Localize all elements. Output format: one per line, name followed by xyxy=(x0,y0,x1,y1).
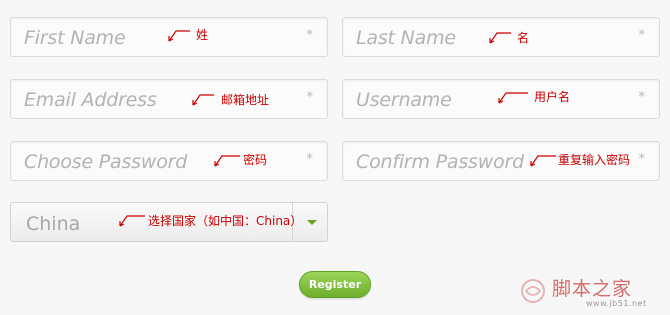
required-asterisk: * xyxy=(306,28,314,43)
required-asterisk: * xyxy=(638,28,646,43)
choose-password-placeholder: Choose Password xyxy=(24,151,188,173)
register-button[interactable]: Register xyxy=(299,271,371,298)
last-name-annotation: 名 xyxy=(517,31,530,45)
country-annotation: 选择国家（如中国：China） xyxy=(148,214,303,228)
required-asterisk: * xyxy=(306,152,314,167)
watermark-site-name: 脚本之家 xyxy=(552,278,633,300)
choose-password-input[interactable]: Choose Password * xyxy=(10,141,328,181)
annotation-arrow xyxy=(212,154,240,168)
confirm-password-annotation: 重复输入密码 xyxy=(558,153,631,167)
annotation-arrow xyxy=(117,214,145,228)
email-input[interactable]: Email Address * xyxy=(10,79,328,119)
watermark-url: www.jb51.net xyxy=(586,299,647,308)
required-asterisk: * xyxy=(638,152,646,167)
username-placeholder: Username xyxy=(356,89,452,111)
last-name-placeholder: Last Name xyxy=(356,27,456,49)
watermark-logo-icon xyxy=(520,278,546,304)
annotation-arrow xyxy=(496,91,528,105)
annotation-arrow xyxy=(166,29,192,43)
first-name-annotation: 姓 xyxy=(196,28,209,42)
confirm-password-placeholder: Confirm Password xyxy=(356,151,524,173)
first-name-placeholder: First Name xyxy=(24,27,126,49)
annotation-arrow xyxy=(487,31,513,45)
annotation-arrow xyxy=(528,154,556,168)
country-select-value: China xyxy=(26,213,81,235)
required-asterisk: * xyxy=(638,90,646,105)
username-annotation: 用户名 xyxy=(534,90,571,104)
annotation-arrow xyxy=(190,93,216,107)
required-asterisk: * xyxy=(306,90,314,105)
email-placeholder: Email Address xyxy=(24,89,157,111)
password-annotation: 密码 xyxy=(243,153,268,167)
chevron-down-icon[interactable] xyxy=(307,220,317,225)
email-annotation: 邮箱地址 xyxy=(221,93,270,107)
